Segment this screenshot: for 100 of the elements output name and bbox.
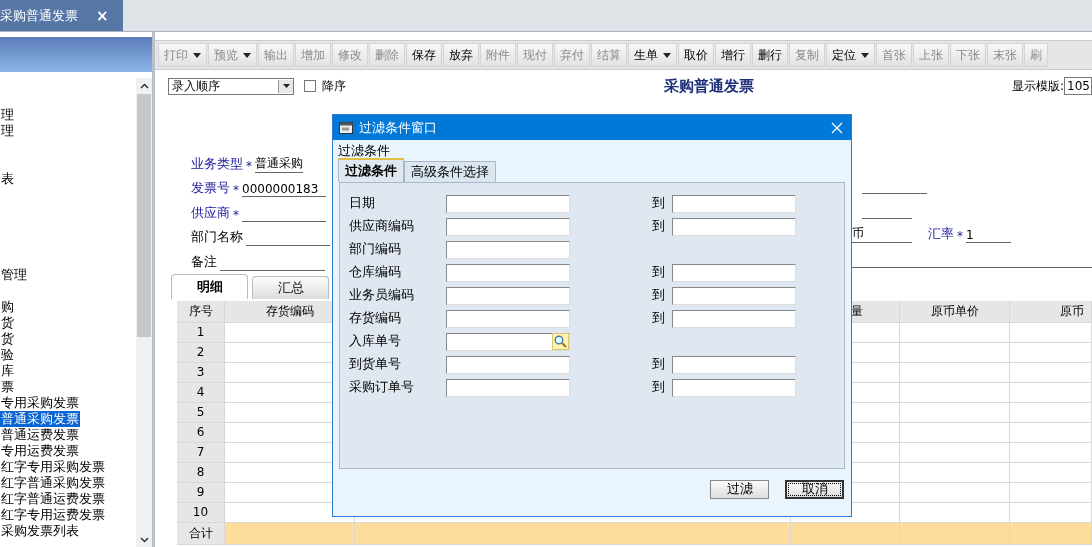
scrollbar[interactable] xyxy=(136,78,152,547)
table-cell[interactable] xyxy=(900,382,1010,403)
scroll-up-icon[interactable] xyxy=(139,83,149,89)
field-value[interactable]: 0000000183 xyxy=(242,182,326,197)
tab[interactable]: 高级条件选择 xyxy=(404,161,496,182)
tree-item[interactable]: 货 xyxy=(0,315,15,331)
input-field[interactable] xyxy=(446,240,570,259)
field-label: 供应商 xyxy=(191,204,230,222)
tree-item[interactable]: 验 xyxy=(0,347,15,363)
input-field[interactable] xyxy=(672,309,796,328)
tree-item[interactable]: 普通运费发票 xyxy=(0,427,80,443)
tree-item[interactable]: 红字专用采购发票 xyxy=(0,459,106,475)
table-cell[interactable] xyxy=(1010,382,1092,403)
table-cell[interactable] xyxy=(900,502,1010,523)
toolbar-button[interactable]: 取价 xyxy=(678,43,714,67)
input-field[interactable] xyxy=(446,332,570,351)
table-cell[interactable] xyxy=(900,362,1010,383)
field-value[interactable]: 普通采购 xyxy=(255,154,303,173)
table-cell[interactable] xyxy=(900,442,1010,463)
tree-item[interactable]: 红字普通运费发票 xyxy=(0,491,106,507)
caret-icon xyxy=(282,84,290,88)
field-label: 发票号 xyxy=(191,180,230,197)
scroll-down-icon[interactable] xyxy=(139,537,149,543)
required-mark: * xyxy=(233,207,239,222)
table-cell[interactable] xyxy=(1010,342,1092,363)
tree-item[interactable]: 理 xyxy=(0,123,15,139)
toolbar-button[interactable]: 生单 xyxy=(628,43,677,67)
input-field[interactable] xyxy=(672,263,796,282)
table-cell[interactable] xyxy=(1010,322,1092,343)
input-field[interactable] xyxy=(672,194,796,213)
input-field[interactable] xyxy=(672,378,796,397)
field-label: 入库单号 xyxy=(349,333,402,350)
range-label: 到 xyxy=(652,287,666,304)
range-label: 到 xyxy=(652,379,666,396)
document-tab[interactable]: 采购普通发票 × xyxy=(0,0,123,31)
table-cell[interactable] xyxy=(1010,462,1092,483)
table-cell[interactable] xyxy=(900,482,1010,503)
tree-item[interactable]: 红字专用运费发票 xyxy=(0,507,106,523)
input-field[interactable] xyxy=(446,217,570,236)
toolbar-button[interactable]: 删行 xyxy=(752,43,788,67)
field-label: 备注 xyxy=(191,253,217,271)
table-cell[interactable] xyxy=(900,462,1010,483)
toolbar-button[interactable]: 放弃 xyxy=(443,43,479,67)
table-cell[interactable] xyxy=(1010,442,1092,463)
table-cell[interactable] xyxy=(900,342,1010,363)
toolbar-button[interactable]: 保存 xyxy=(406,43,442,67)
tree-item[interactable]: 专用运费发票 xyxy=(0,443,80,459)
tab[interactable]: 过滤条件 xyxy=(338,158,404,182)
input-field[interactable] xyxy=(446,286,570,305)
row-number: 8 xyxy=(177,462,225,483)
tree-item[interactable]: 理 xyxy=(0,107,15,123)
tree-item[interactable]: 管理 xyxy=(0,267,28,283)
sort-select[interactable]: 录入顺序 xyxy=(168,77,294,95)
field-label: 业务类型 xyxy=(191,155,243,173)
input-field[interactable] xyxy=(672,217,796,236)
table-cell[interactable] xyxy=(1010,502,1092,523)
row-number: 2 xyxy=(177,342,225,363)
tree-item[interactable]: 普通采购发票 xyxy=(0,411,80,427)
lookup-button[interactable] xyxy=(552,332,569,350)
input-field[interactable] xyxy=(446,355,570,374)
table-cell[interactable] xyxy=(900,402,1010,423)
input-field[interactable] xyxy=(672,355,796,374)
checkbox[interactable] xyxy=(304,80,316,92)
tree-item[interactable]: 库 xyxy=(0,363,15,379)
column-header: 原币 xyxy=(1010,300,1092,323)
tree-item[interactable]: 购 xyxy=(0,299,15,315)
close-icon[interactable] xyxy=(831,121,843,134)
table-cell[interactable] xyxy=(1010,482,1092,503)
input-field[interactable] xyxy=(446,194,570,213)
input-field[interactable] xyxy=(446,263,570,282)
table-cell[interactable] xyxy=(1010,402,1092,423)
field-label: 到货单号 xyxy=(349,356,402,373)
dialog-button[interactable]: 过滤 xyxy=(710,480,769,499)
scroll-thumb[interactable] xyxy=(137,94,151,337)
field-label: 日期 xyxy=(349,195,376,212)
input-field[interactable] xyxy=(672,286,796,305)
template-field[interactable]: 105 xyxy=(1064,77,1092,95)
input-field[interactable] xyxy=(446,309,570,328)
table-cell[interactable] xyxy=(1010,422,1092,443)
close-icon[interactable]: × xyxy=(96,6,109,25)
tree-item[interactable]: 专用采购发票 xyxy=(0,395,80,411)
template-label: 显示模版: xyxy=(1011,77,1064,95)
tree-item[interactable]: 票 xyxy=(0,379,15,395)
table-cell[interactable] xyxy=(1010,362,1092,383)
table-cell[interactable] xyxy=(900,322,1010,343)
row-number: 7 xyxy=(177,442,225,463)
tab[interactable]: 明细 xyxy=(171,273,248,299)
field-label: 部门编码 xyxy=(349,241,402,258)
tree-item[interactable]: 货 xyxy=(0,331,15,347)
table-cell[interactable] xyxy=(900,422,1010,443)
toolbar-button[interactable]: 增行 xyxy=(715,43,751,67)
tab[interactable]: 汇总 xyxy=(252,275,329,299)
field-value[interactable]: 1 xyxy=(966,228,1011,243)
column-header: 序号 xyxy=(177,300,225,323)
row-number: 10 xyxy=(177,502,225,523)
tree-item[interactable]: 采购发票列表 xyxy=(0,523,80,539)
toolbar-button[interactable]: 定位 xyxy=(826,43,875,67)
tree-item[interactable]: 红字普通采购发票 xyxy=(0,475,106,491)
input-field[interactable] xyxy=(446,378,570,397)
tree-item[interactable]: 表 xyxy=(0,171,15,187)
